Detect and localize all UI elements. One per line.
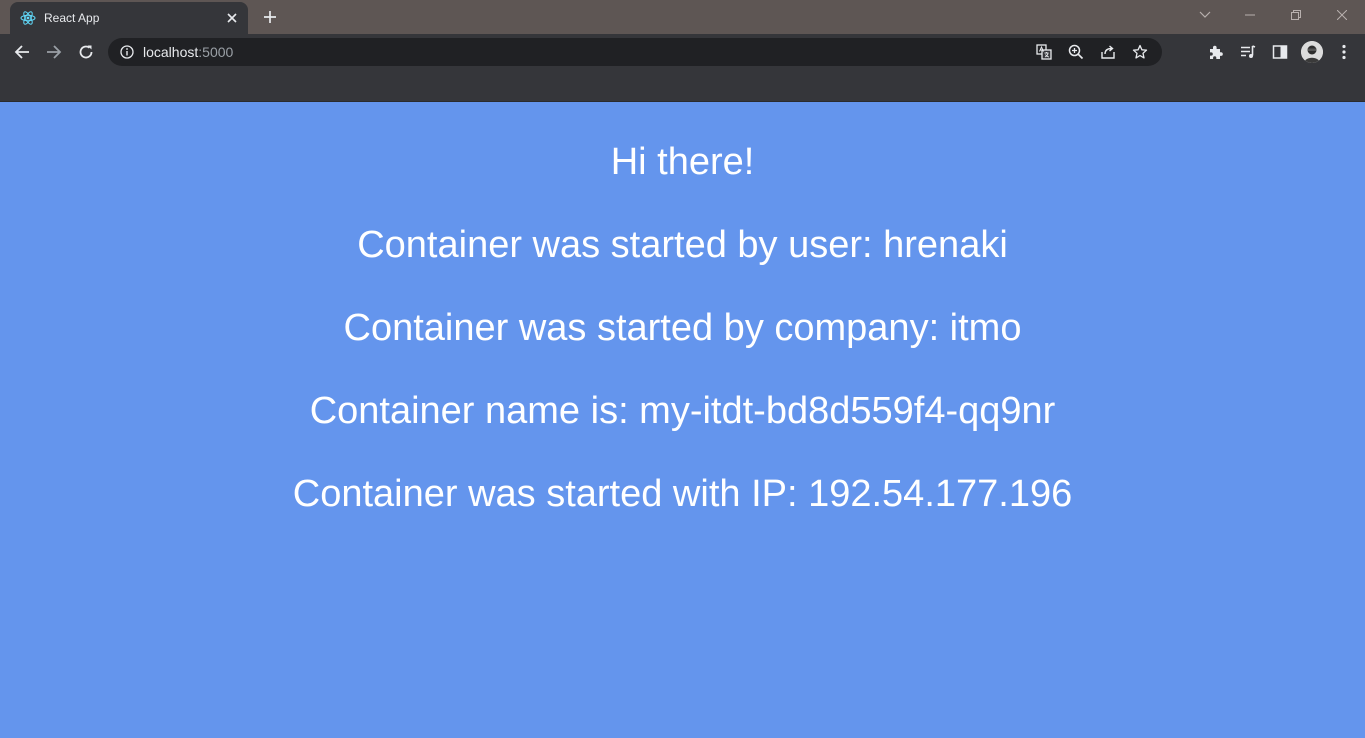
ip-line: Container was started with IP: 192.54.17… <box>292 473 1073 515</box>
window-close-icon[interactable] <box>1319 0 1365 30</box>
restore-icon[interactable] <box>1273 0 1319 30</box>
minimize-icon[interactable] <box>1227 0 1273 30</box>
translate-icon[interactable] <box>1028 40 1060 64</box>
page-content: Hi there! Container was started by user:… <box>0 102 1365 738</box>
url-port: :5000 <box>198 44 234 60</box>
address-bar[interactable]: localhost:5000 <box>108 38 1162 66</box>
chevron-down-icon[interactable] <box>1194 4 1216 26</box>
browser-tab[interactable]: React App <box>10 2 248 34</box>
bookmarks-bar <box>0 70 1365 102</box>
browser-titlebar: React App <box>0 0 1365 34</box>
browser-toolbar: localhost:5000 <box>0 34 1365 70</box>
avatar-icon[interactable] <box>1298 38 1326 66</box>
arrow-right-icon[interactable] <box>40 38 68 66</box>
url-host: localhost <box>143 44 199 60</box>
star-icon[interactable] <box>1124 40 1156 64</box>
arrow-left-icon[interactable] <box>8 38 36 66</box>
reload-icon[interactable] <box>72 38 100 66</box>
tab-title: React App <box>44 11 100 25</box>
zoom-icon[interactable] <box>1060 40 1092 64</box>
info-icon[interactable] <box>118 43 136 61</box>
greeting-text: Hi there! <box>610 141 755 183</box>
close-icon[interactable] <box>222 8 242 28</box>
share-icon[interactable] <box>1092 40 1124 64</box>
user-line: Container was started by user: hrenaki <box>357 224 1008 266</box>
side-panel-icon[interactable] <box>1266 38 1294 66</box>
kebab-menu-icon[interactable] <box>1330 38 1358 66</box>
react-icon <box>20 10 36 26</box>
window-controls <box>1227 0 1365 30</box>
url-text[interactable]: localhost:5000 <box>143 44 233 60</box>
puzzle-icon[interactable] <box>1202 38 1230 66</box>
company-line: Container was started by company: itmo <box>343 307 1022 349</box>
avatar <box>1301 41 1323 63</box>
plus-icon[interactable] <box>258 6 282 28</box>
container-name-line: Container name is: my-itdt-bd8d559f4-qq9… <box>309 390 1056 432</box>
reading-list-icon[interactable] <box>1234 38 1262 66</box>
address-bar-actions <box>1028 40 1156 64</box>
